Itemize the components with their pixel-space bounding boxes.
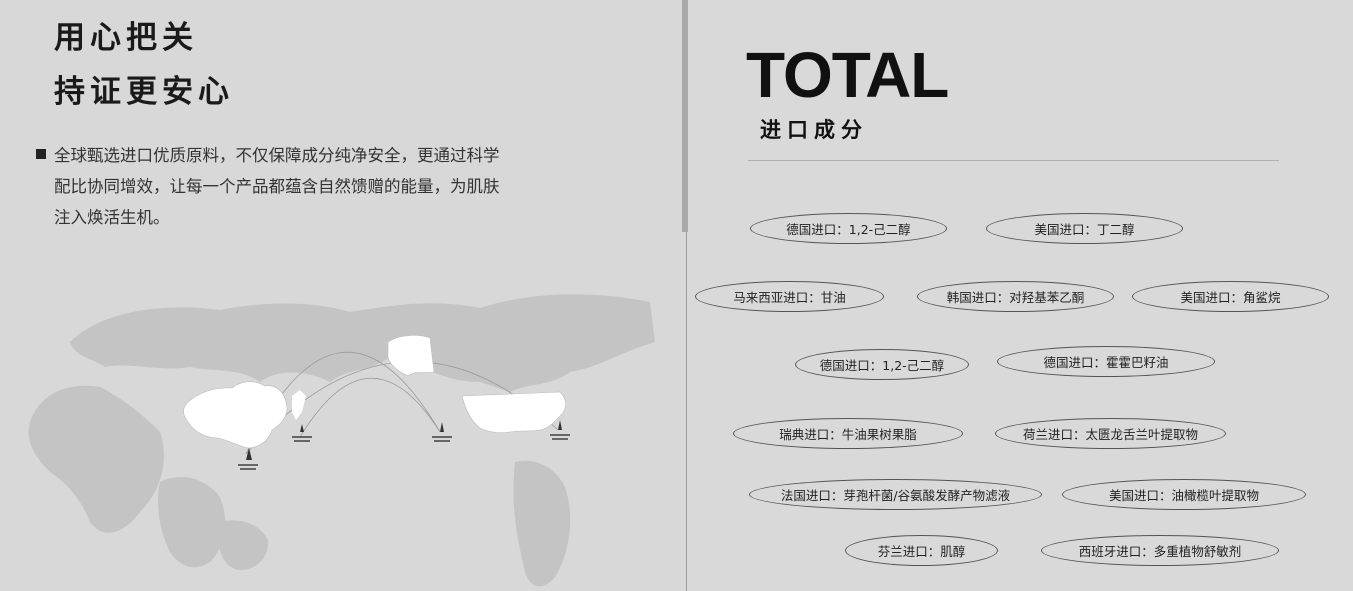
imported-ingredients-subtitle: 进口成分	[760, 118, 868, 142]
ingredient-pill: 德国进口：1,2-己二醇	[750, 213, 947, 244]
ingredient-pill: 瑞典进口：牛油果树果脂	[733, 418, 963, 449]
ingredient-pill: 德国进口：1,2-己二醇	[795, 349, 969, 380]
total-title: TOTAL	[746, 39, 949, 111]
world-map-image	[28, 294, 655, 587]
headline-line-2: 持证更安心	[54, 74, 234, 110]
ingredient-pill: 荷兰进口：太匮龙舌兰叶提取物	[995, 418, 1226, 449]
ingredient-pill: 西班牙进口：多重植物舒敏剂	[1041, 535, 1279, 566]
ingredient-pill: 美国进口：丁二醇	[986, 213, 1183, 244]
title-divider	[748, 160, 1279, 161]
ingredient-pill: 马来西亚进口：甘油	[695, 281, 884, 312]
left-panel: 用心把关 持证更安心 全球甄选进口优质原料，不仅保障成分纯净安全，更通过科学配比…	[0, 0, 684, 591]
headline-line-1: 用心把关	[54, 20, 198, 56]
panel-divider	[686, 232, 687, 591]
ingredient-pill: 法国进口：芽孢杆菌/谷氨酸发酵产物滤液	[749, 479, 1042, 510]
bullet-square-icon	[36, 149, 46, 159]
ingredient-pill: 德国进口：霍霍巴籽油	[997, 346, 1215, 377]
right-panel: TOTAL 进口成分 德国进口：1,2-己二醇 美国进口：丁二醇 马来西亚进口：…	[688, 0, 1353, 591]
intro-paragraph: 全球甄选进口优质原料，不仅保障成分纯净安全，更通过科学配比协同增效，让每一个产品…	[54, 146, 500, 227]
ingredient-pill: 美国进口：角鲨烷	[1132, 281, 1329, 312]
ingredient-pill: 芬兰进口：肌醇	[845, 535, 998, 566]
ingredient-pill: 韩国进口：对羟基苯乙酮	[917, 281, 1114, 312]
ingredient-pill: 美国进口：油橄榄叶提取物	[1062, 479, 1306, 510]
